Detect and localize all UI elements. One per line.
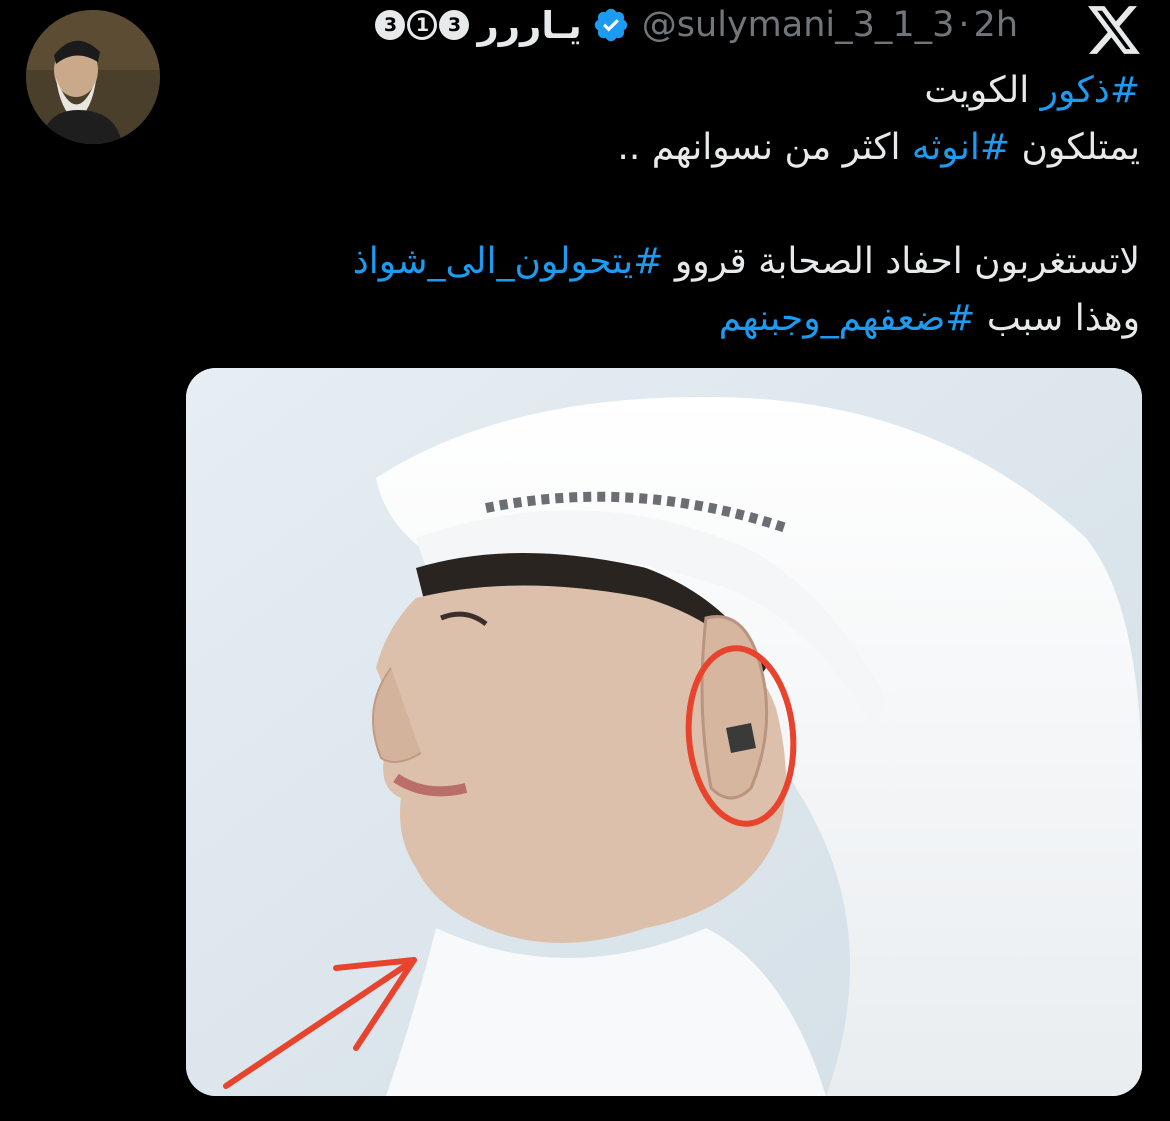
hashtag-link[interactable]: #ذكور	[1041, 70, 1140, 111]
number-badges: 3 1 3	[375, 10, 470, 40]
x-logo-icon	[1088, 6, 1140, 54]
text-segment: وهذا سبب	[975, 298, 1140, 339]
tweet-text-line: يمتلكون #انوثه اكثر من نسوانهم ..	[180, 119, 1140, 176]
number-badge: 1	[407, 10, 438, 40]
tweet[interactable]: 3 1 3 يـاﺭﺭﺭ @sulymani_3_1_3 · 2h #ذكور …	[0, 0, 1170, 1121]
tweet-text-line: وهذا سبب #ضعفهم_وجبنهم	[180, 290, 1140, 347]
number-badge: 3	[375, 10, 406, 40]
avatar[interactable]	[26, 10, 160, 144]
hashtag-link[interactable]: #يتحولون_الى_شواذ	[353, 241, 664, 282]
display-name[interactable]: يـاﺭﺭﺭ	[477, 4, 581, 47]
separator-dot: ·	[958, 5, 970, 45]
tweet-header: 3 1 3 يـاﺭﺭﺭ @sulymani_3_1_3 · 2h	[375, 2, 1018, 48]
number-badge: 3	[439, 10, 470, 40]
verified-badge-icon[interactable]	[592, 6, 630, 44]
hashtag-link[interactable]: #ضعفهم_وجبنهم	[719, 298, 976, 339]
media-photo-image	[186, 368, 1142, 1096]
tweet-text: #ذكور الكويت يمتلكون #انوثه اكثر من نسوا…	[180, 62, 1140, 347]
text-segment: الكويت	[924, 70, 1041, 111]
tweet-text-line: #ذكور الكويت	[180, 62, 1140, 119]
text-segment: اكثر من نسوانهم ..	[617, 127, 912, 168]
hashtag-link[interactable]: #انوثه	[912, 127, 1010, 168]
text-segment: يمتلكون	[1010, 127, 1140, 168]
avatar-image	[26, 10, 160, 144]
tweet-text-line: لاتستغربون احفاد الصحابة قروو #يتحولون_ا…	[180, 233, 1140, 290]
timestamp[interactable]: 2h	[974, 5, 1018, 45]
text-segment: لاتستغربون احفاد الصحابة قروو	[663, 241, 1140, 282]
tweet-media-photo[interactable]	[186, 368, 1142, 1096]
user-handle[interactable]: @sulymani_3_1_3	[642, 5, 955, 45]
